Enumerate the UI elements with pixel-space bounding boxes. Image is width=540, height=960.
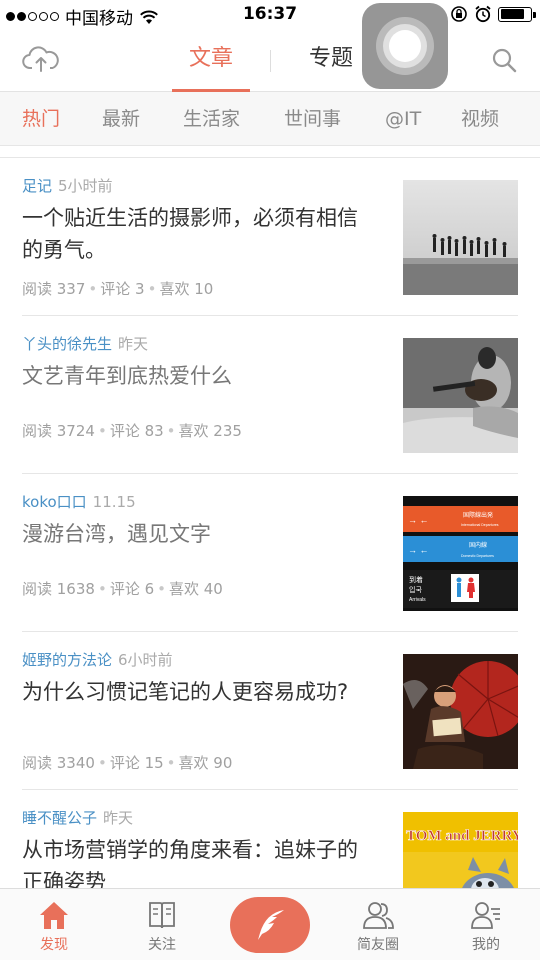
status-right xyxy=(450,5,536,23)
comment-count: 评论 15 xyxy=(109,754,164,772)
svg-text:→ ←: → ← xyxy=(408,515,429,525)
svg-text:到着: 到着 xyxy=(409,575,423,584)
book-icon xyxy=(149,902,175,929)
article-title[interactable]: 为什么习惯记笔记的人更容易成功? xyxy=(22,676,372,708)
article-thumbnail[interactable]: → ← 国際線出発 International Departures → ← 国… xyxy=(403,496,518,611)
read-count: 阅读 337 xyxy=(22,280,86,298)
article-title[interactable]: 文艺青年到底热爱什么 xyxy=(22,360,372,392)
comment-count: 评论 6 xyxy=(109,580,155,598)
article-card[interactable]: 足记 5小时前 一个贴近生活的摄影师，必须有相信的勇气。 阅读 337 • 评论 3 •… xyxy=(22,158,518,316)
battery-icon xyxy=(498,6,536,22)
article-time: 昨天 xyxy=(118,335,149,353)
article-card[interactable]: 姬野的方法论 6小时前 为什么习惯记笔记的人更容易成功? 阅读 3340 • 评论 1… xyxy=(22,632,518,790)
reading-child-photo xyxy=(403,654,518,769)
nav-label: 我的 xyxy=(472,937,500,953)
article-title[interactable]: 一个贴近生活的摄影师，必须有相信的勇气。 xyxy=(22,202,372,266)
article-meta: 丫头的徐先生 昨天 xyxy=(22,333,148,354)
beach-jumpers-photo xyxy=(403,180,518,295)
article-author[interactable]: 足记 xyxy=(22,177,52,195)
category-it[interactable]: @IT xyxy=(385,92,421,146)
article-card[interactable]: 丫头的徐先生 昨天 文艺青年到底热爱什么 阅读 3724 • 评论 83 • 喜欢 235 xyxy=(22,316,518,474)
article-thumbnail[interactable]: TOM and JERRY xyxy=(403,812,518,888)
alarm-clock-icon xyxy=(475,5,491,23)
article-thumbnail[interactable] xyxy=(403,654,518,769)
top-header: 文章 专题 xyxy=(0,30,540,92)
read-count: 阅读 1638 xyxy=(22,580,95,598)
article-thumbnail[interactable] xyxy=(403,338,518,453)
category-video[interactable]: 视频 xyxy=(461,92,499,146)
read-count: 阅读 3340 xyxy=(22,754,95,772)
comment-count: 评论 3 xyxy=(100,280,145,298)
article-title[interactable]: 漫游台湾，遇见文字 xyxy=(22,518,372,550)
battery-level xyxy=(500,9,524,19)
comment-count: 评论 83 xyxy=(109,422,164,440)
airport-signs-photo: → ← 国際線出発 International Departures → ← 国… xyxy=(403,496,518,611)
article-stats: 阅读 337 • 评论 3 • 喜欢 10 xyxy=(22,280,214,298)
category-lifestyle[interactable]: 生活家 xyxy=(183,92,240,146)
svg-text:International Departures: International Departures xyxy=(461,523,499,527)
write-article-button[interactable] xyxy=(230,897,310,953)
svg-text:Arrivals: Arrivals xyxy=(409,597,426,603)
category-latest[interactable]: 最新 xyxy=(102,92,140,146)
article-meta: koko口口 11.15 xyxy=(22,491,136,512)
like-count: 喜欢 90 xyxy=(178,754,233,772)
guitar-girl-photo xyxy=(403,338,518,453)
svg-text:Domestic Departures: Domestic Departures xyxy=(461,554,494,558)
tab-topics[interactable]: 专题 xyxy=(292,30,370,92)
article-author[interactable]: 丫头的徐先生 xyxy=(22,335,112,353)
article-thumbnail[interactable] xyxy=(403,180,518,295)
article-time: 11.15 xyxy=(92,493,136,511)
nav-discover[interactable]: 发现 xyxy=(0,889,108,960)
nav-label: 关注 xyxy=(148,937,176,953)
nav-follow[interactable]: 关注 xyxy=(108,889,216,960)
article-time: 6小时前 xyxy=(118,651,173,669)
home-icon xyxy=(40,902,68,929)
category-bar: 热门 最新 生活家 世间事 @IT 视频 xyxy=(0,92,540,146)
article-time: 昨天 xyxy=(103,809,134,827)
svg-text:国際線出発: 国際線出発 xyxy=(463,511,493,519)
article-card[interactable]: koko口口 11.15 漫游台湾，遇见文字 阅读 1638 • 评论 6 • 喜欢 40… xyxy=(22,474,518,632)
like-count: 喜欢 10 xyxy=(159,280,214,298)
svg-text:입국: 입국 xyxy=(409,586,422,594)
article-author[interactable]: 睡不醒公子 xyxy=(22,809,97,827)
read-count: 阅读 3724 xyxy=(22,422,95,440)
like-count: 喜欢 235 xyxy=(178,422,242,440)
assistive-touch-button[interactable] xyxy=(362,3,448,89)
article-author[interactable]: koko口口 xyxy=(22,493,87,511)
tab-divider xyxy=(270,50,271,72)
svg-text:→ ←: → ← xyxy=(408,545,429,555)
article-stats: 阅读 1638 • 评论 6 • 喜欢 40 xyxy=(22,580,223,598)
tab-articles[interactable]: 文章 xyxy=(172,30,250,92)
article-time: 5小时前 xyxy=(58,177,113,195)
bottom-tab-bar: 发现 关注 简友圈 我的 xyxy=(0,888,540,960)
like-count: 喜欢 40 xyxy=(168,580,223,598)
status-bar: 中国移动 16:37 xyxy=(0,0,540,30)
article-card[interactable]: 睡不醒公子 昨天 从市场营销学的角度来看：追妹子的正确姿势 TOM and JER… xyxy=(22,790,518,888)
article-author[interactable]: 姬野的方法论 xyxy=(22,651,112,669)
rotation-lock-icon xyxy=(451,6,467,22)
profile-icon xyxy=(471,902,500,929)
article-meta: 姬野的方法论 6小时前 xyxy=(22,649,173,670)
search-icon[interactable] xyxy=(490,46,518,74)
friends-icon xyxy=(363,902,394,929)
article-meta: 睡不醒公子 昨天 xyxy=(22,807,133,828)
tom-and-jerry-photo: TOM and JERRY xyxy=(403,812,518,888)
article-stats: 阅读 3724 • 评论 83 • 喜欢 235 xyxy=(22,422,242,440)
cloud-upload-icon[interactable] xyxy=(22,44,60,74)
svg-text:TOM and JERRY: TOM and JERRY xyxy=(406,828,518,844)
nav-label: 发现 xyxy=(40,937,68,953)
nav-profile[interactable]: 我的 xyxy=(432,889,540,960)
category-hot[interactable]: 热门 xyxy=(22,92,60,146)
quill-icon xyxy=(258,910,284,940)
category-world[interactable]: 世间事 xyxy=(284,92,341,146)
article-title[interactable]: 从市场营销学的角度来看：追妹子的正确姿势 xyxy=(22,834,372,888)
svg-text:国内線: 国内線 xyxy=(469,541,487,549)
jianshu-discover-screen: 中国移动 16:37 文章 专题 热门 最新 生活家 世间事 @IT 视频 足记… xyxy=(0,0,540,960)
article-feed[interactable]: 足记 5小时前 一个贴近生活的摄影师，必须有相信的勇气。 阅读 337 • 评论 3 •… xyxy=(0,157,540,888)
article-meta: 足记 5小时前 xyxy=(22,175,113,196)
article-stats: 阅读 3340 • 评论 15 • 喜欢 90 xyxy=(22,754,233,772)
nav-label: 简友圈 xyxy=(357,937,399,953)
nav-friends[interactable]: 简友圈 xyxy=(324,889,432,960)
